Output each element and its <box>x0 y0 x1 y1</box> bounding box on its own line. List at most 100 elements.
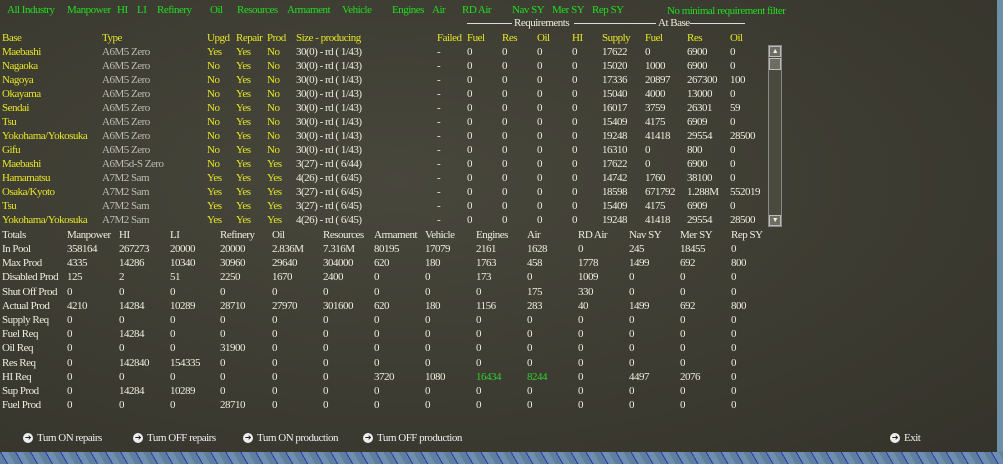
table-cell: No <box>267 46 280 58</box>
column-header[interactable]: Oil <box>730 32 743 45</box>
column-header[interactable]: Upgd <box>207 32 230 45</box>
totals-cell: 0 <box>578 370 584 383</box>
column-header[interactable]: Base <box>2 32 22 45</box>
totals-header: Refinery <box>220 229 255 241</box>
filter-engines[interactable]: Engines <box>392 4 424 17</box>
column-header[interactable]: Oil <box>537 32 550 45</box>
scroll-up-icon[interactable]: ▲ <box>769 46 781 57</box>
button-label: Exit <box>904 432 921 444</box>
table-cell: 0 <box>730 46 736 58</box>
filter-rep-sy[interactable]: Rep SY <box>592 4 624 17</box>
filter-refinery[interactable]: Refinery <box>157 4 192 17</box>
exit-button[interactable]: ➔ Exit <box>890 432 921 444</box>
totals-cell: 1628 <box>527 243 548 255</box>
row-base-name[interactable]: Nagoya <box>2 74 34 87</box>
filter-hi[interactable]: HI <box>117 4 128 17</box>
totals-cell: 0 <box>527 385 533 397</box>
column-header[interactable]: Size - producing <box>296 32 361 45</box>
table-cell: Yes <box>207 172 222 184</box>
row-base-name[interactable]: Gifu <box>2 144 21 157</box>
column-header[interactable]: Supply <box>602 32 631 45</box>
table-cell: 0 <box>467 60 473 72</box>
totals-cell: 0 <box>629 328 635 341</box>
turn-on-production-button[interactable]: ➔ Turn ON production <box>243 432 339 444</box>
column-header[interactable]: Type <box>102 32 122 45</box>
filter-li[interactable]: LI <box>137 4 147 17</box>
totals-cell: 0 <box>527 399 533 412</box>
filter-rd-air[interactable]: RD Air <box>462 4 492 17</box>
button-label: Turn ON production <box>257 432 339 444</box>
column-header[interactable]: Res <box>687 32 703 45</box>
totals-cell: 0 <box>67 285 73 298</box>
table-cell: 0 <box>537 158 543 170</box>
table-cell: 17622 <box>602 158 628 170</box>
table-cell: 0 <box>502 116 508 128</box>
filter-vehicle[interactable]: Vehicle <box>342 4 372 17</box>
table-cell: 30(0) - rd ( 1/43) <box>296 74 362 86</box>
table-cell: Yes <box>267 186 282 198</box>
filter-resources[interactable]: Resources <box>237 4 278 17</box>
column-header[interactable]: Prod <box>267 32 286 45</box>
totals-cell: 0 <box>272 370 278 383</box>
table-cell: No <box>267 88 280 100</box>
scrollbar[interactable]: ▲ ▼ <box>768 45 782 227</box>
row-base-name[interactable]: Nagaoka <box>2 60 38 73</box>
table-cell: - <box>437 172 441 184</box>
table-cell: 0 <box>572 88 578 100</box>
totals-cell: 4497 <box>629 370 650 383</box>
row-base-name[interactable]: Yokohama/Yokosuka <box>2 130 88 143</box>
table-cell: 6900 <box>687 46 708 58</box>
table-cell: 0 <box>730 158 736 170</box>
table-cell: 30(0) - rd ( 1/43) <box>296 60 362 72</box>
table-cell: 0 <box>572 186 578 198</box>
filter-all-industry[interactable]: All Industry <box>7 4 55 17</box>
turn-on-repairs-button[interactable]: ➔ Turn ON repairs <box>23 432 102 444</box>
filter-air[interactable]: Air <box>432 4 446 17</box>
totals-cell: 14284 <box>119 385 145 397</box>
table-cell: A7M2 Sam <box>102 214 150 226</box>
row-base-name[interactable]: Tsu <box>2 200 17 213</box>
row-base-name[interactable]: Hamamatsu <box>2 172 51 185</box>
table-cell: 0 <box>572 172 578 184</box>
filter-oil[interactable]: Oil <box>210 4 223 17</box>
row-base-name[interactable]: Maebashi <box>2 158 41 171</box>
filter-armament[interactable]: Armament <box>287 4 331 17</box>
column-header[interactable]: Failed <box>437 32 462 45</box>
table-cell: 0 <box>572 46 578 58</box>
turn-off-repairs-button[interactable]: ➔ Turn OFF repairs <box>133 432 216 444</box>
row-base-name[interactable]: Okayama <box>2 88 41 101</box>
table-cell: 0 <box>502 88 508 100</box>
column-header[interactable]: Repair <box>236 32 263 45</box>
table-cell: A6M5 Zero <box>102 116 150 128</box>
scroll-thumb[interactable] <box>769 58 781 70</box>
row-base-name[interactable]: Tsu <box>2 116 17 129</box>
turn-off-production-button[interactable]: ➔ Turn OFF production <box>363 432 462 444</box>
requirement-filter-toggle[interactable]: No minimal requirement filter <box>667 5 786 18</box>
totals-cell: 0 <box>578 399 584 412</box>
column-header[interactable]: HI <box>572 32 583 45</box>
row-base-name[interactable]: Osaka/Kyoto <box>2 186 55 199</box>
table-cell: Yes <box>236 214 251 226</box>
table-cell: 6900 <box>687 158 708 170</box>
totals-cell: 0 <box>629 385 635 397</box>
scroll-down-icon[interactable]: ▼ <box>769 215 781 226</box>
totals-cell: 0 <box>425 328 431 341</box>
column-header[interactable]: Fuel <box>645 32 663 45</box>
totals-cell: 0 <box>578 356 584 369</box>
column-header[interactable]: Res <box>502 32 518 45</box>
totals-cell: 80195 <box>374 243 400 255</box>
filter-nav-sy[interactable]: Nav SY <box>512 4 545 17</box>
row-base-name[interactable]: Yokohama/Yokosuka <box>2 214 88 227</box>
column-header[interactable]: Fuel <box>467 32 485 45</box>
totals-cell: 0 <box>272 342 278 355</box>
at-base-group-header: At Base <box>658 17 690 29</box>
table-cell: - <box>437 158 441 170</box>
table-cell: 3(27) - rd ( 6/44) <box>296 158 362 170</box>
totals-cell: 692 <box>680 299 696 312</box>
row-base-name[interactable]: Sendai <box>2 102 29 115</box>
filter-mer-sy[interactable]: Mer SY <box>552 4 585 17</box>
totals-cell: 800 <box>731 299 747 312</box>
row-base-name[interactable]: Maebashi <box>2 46 41 59</box>
totals-cell: 0 <box>731 370 737 383</box>
filter-manpower[interactable]: Manpower <box>67 4 111 17</box>
